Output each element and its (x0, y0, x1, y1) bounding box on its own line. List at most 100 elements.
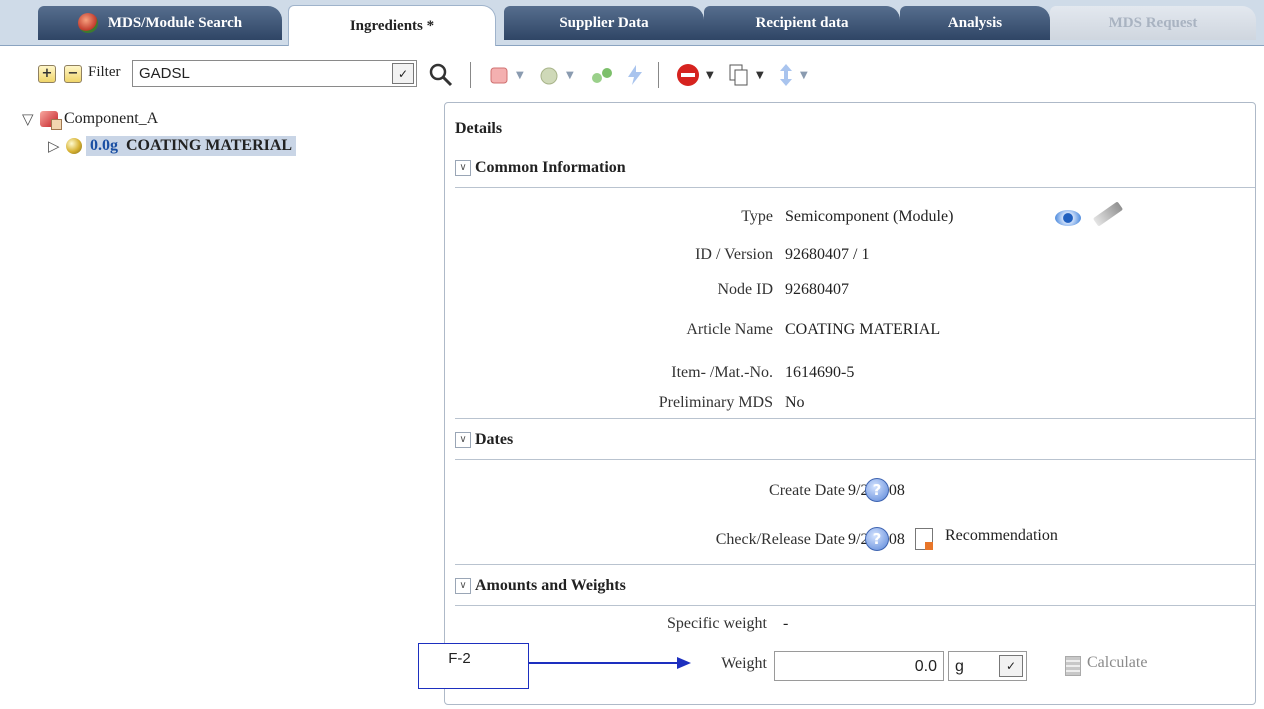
tab-label: Supplier Data (559, 14, 649, 31)
section-divider (455, 187, 1255, 188)
calculator-icon (1065, 656, 1081, 676)
chevron-down-icon[interactable]: ▼ (516, 70, 524, 81)
annotation-arrowhead (677, 657, 691, 669)
item-mat-no-value: 1614690-5 (785, 364, 855, 381)
section-title: Amounts and Weights (475, 577, 626, 594)
toolbar-separator (658, 62, 659, 88)
collapse-symbol: − (67, 66, 79, 81)
chevron-down-icon[interactable]: ∨ (455, 160, 471, 176)
annotation-label: F-2 (448, 650, 471, 667)
id-version-value: 92680407 / 1 (785, 246, 870, 263)
tab-supplier-data[interactable]: Supplier Data (504, 6, 704, 40)
tab-label: MDS Request (1108, 14, 1198, 31)
search-icon[interactable] (428, 62, 454, 88)
chevron-down-icon[interactable]: ∨ (455, 578, 471, 594)
dropdown-symbol: ✓ (1005, 659, 1017, 673)
specific-weight-value: - (783, 615, 789, 632)
eye-icon[interactable] (1055, 210, 1081, 226)
calculate-button: Calculate (1087, 654, 1148, 671)
chevron-down-icon[interactable]: ▼ (800, 70, 808, 81)
unit-select[interactable]: g ✓ (948, 651, 1027, 681)
annotation-arrow (529, 662, 679, 664)
id-version-label: ID / Version (695, 246, 773, 263)
add-material-icon[interactable] (538, 64, 560, 86)
toolbar: + − Filter GADSL ✓ ▼ ▼ ▼ ▼ ▼ (0, 48, 1264, 100)
collapse-all-icon[interactable]: − (64, 65, 82, 83)
section-title: Common Information (475, 159, 626, 176)
tab-analysis[interactable]: Analysis (900, 6, 1050, 40)
chevron-down-icon[interactable]: ∨ (455, 432, 471, 448)
expand-all-icon[interactable]: + (38, 65, 56, 83)
pencil-icon[interactable] (1092, 201, 1124, 227)
toolbar-separator (470, 62, 471, 88)
recommendation-link[interactable]: Recommendation (945, 527, 1058, 545)
chevron-down-icon[interactable]: ✓ (999, 655, 1023, 677)
filter-value: GADSL (139, 65, 190, 82)
specific-weight-label: Specific weight (667, 615, 767, 632)
help-icon[interactable]: ? (865, 478, 889, 502)
tree-node-label: COATING MATERIAL (126, 137, 293, 154)
details-panel: Details ∨ Common Information Type Semico… (444, 102, 1256, 705)
tree-node-amount: 0.0g (90, 137, 118, 154)
tab-label: Ingredients * (349, 17, 435, 34)
expand-triangle-icon[interactable]: ▷ (48, 137, 66, 155)
chevron-down-icon[interactable]: ▼ (566, 70, 574, 81)
type-label: Type (741, 208, 773, 225)
tab-label: Recipient data (755, 14, 849, 31)
ingredient-tree: ▽ Component_A ▷ 0.0g COATING MATERIAL (0, 100, 440, 709)
section-amounts-and-weights[interactable]: ∨ Amounts and Weights (455, 577, 626, 595)
tab-ingredients[interactable]: Ingredients * (288, 5, 496, 46)
tab-bar: MDS/Module Search Ingredients * Supplier… (0, 0, 1264, 46)
tree-node-child[interactable]: ▷ 0.0g COATING MATERIAL (48, 136, 297, 156)
filter-select[interactable]: GADSL ✓ (132, 60, 417, 87)
weight-input[interactable]: 0.0 (774, 651, 944, 681)
details-title: Details (455, 120, 503, 137)
component-cube-icon (40, 111, 62, 130)
module-ball-icon (66, 138, 82, 154)
dropdown-symbol: ✓ (397, 67, 409, 81)
tab-label: Analysis (947, 14, 1003, 31)
move-up-down-icon[interactable] (778, 63, 794, 87)
tree-node-label: Component_A (64, 110, 159, 127)
delete-icon[interactable] (676, 63, 700, 87)
section-divider (455, 459, 1255, 460)
help-symbol: ? (872, 530, 882, 548)
item-mat-no-label: Item- /Mat.-No. (671, 364, 773, 381)
chevron-down-icon[interactable]: ✓ (392, 63, 414, 84)
collapse-triangle-icon[interactable]: ▽ (22, 110, 40, 128)
section-divider (455, 564, 1255, 565)
help-icon[interactable]: ? (865, 527, 889, 551)
section-divider (455, 605, 1255, 606)
apple-icon (77, 13, 98, 33)
section-dates[interactable]: ∨ Dates (455, 431, 513, 449)
check-release-date-label: Check/Release Date (715, 531, 845, 548)
filter-label: Filter (88, 64, 121, 80)
node-id-value: 92680407 (785, 281, 849, 298)
add-substance-icon[interactable] (590, 64, 614, 86)
unit-value: g (955, 658, 964, 675)
weight-value: 0.0 (914, 658, 937, 675)
tab-mds-request: MDS Request (1050, 6, 1256, 40)
lightning-icon[interactable] (624, 64, 646, 86)
tab-mds-module-search[interactable]: MDS/Module Search (38, 6, 282, 40)
add-component-icon[interactable] (488, 64, 510, 86)
copy-icon[interactable] (728, 63, 750, 87)
help-symbol: ? (872, 481, 882, 499)
create-date-label: Create Date (769, 482, 845, 499)
node-id-label: Node ID (717, 281, 773, 298)
article-name-label: Article Name (686, 321, 773, 338)
chevron-down-icon[interactable]: ▼ (706, 70, 714, 81)
tab-recipient-data[interactable]: Recipient data (704, 6, 900, 40)
preliminary-mds-label: Preliminary MDS (658, 394, 773, 411)
section-divider (455, 418, 1255, 419)
preliminary-mds-value: No (785, 394, 805, 411)
tab-label: MDS/Module Search (107, 14, 243, 31)
chevron-down-icon[interactable]: ▼ (756, 70, 764, 81)
tree-node-selected[interactable]: 0.0g COATING MATERIAL (86, 136, 297, 156)
section-common-information[interactable]: ∨ Common Information (455, 159, 626, 177)
annotation-callout: F-2 (418, 643, 529, 689)
document-icon (915, 528, 933, 550)
expand-symbol: + (41, 66, 53, 81)
tree-node-root[interactable]: ▽ Component_A (22, 110, 159, 130)
section-title: Dates (475, 431, 514, 448)
